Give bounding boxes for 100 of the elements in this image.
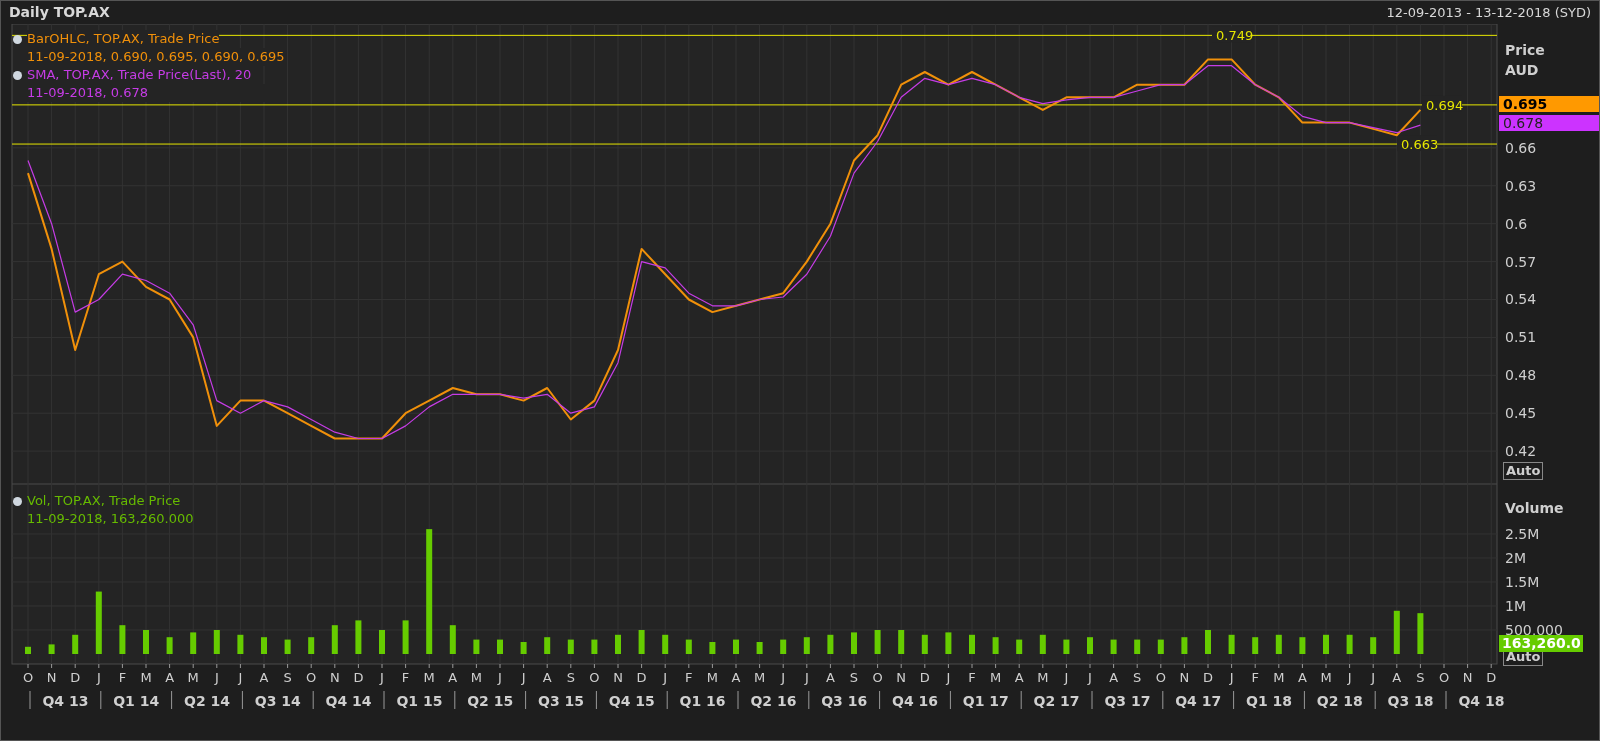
month-label: J bbox=[804, 670, 809, 685]
month-label: N bbox=[46, 670, 57, 685]
volume-bar bbox=[308, 637, 315, 654]
month-label: S bbox=[566, 670, 575, 685]
volume-bar bbox=[1370, 637, 1377, 654]
axis-tick-label: 0.51 bbox=[1505, 329, 1537, 346]
month-label: M bbox=[990, 670, 1002, 685]
volume-bar bbox=[827, 634, 834, 654]
volume-bar bbox=[1157, 639, 1164, 654]
month-label: A bbox=[165, 670, 175, 685]
month-label: J bbox=[380, 670, 384, 685]
volume-bar bbox=[497, 639, 503, 654]
volume-bar bbox=[1252, 637, 1259, 654]
month-label: O bbox=[306, 670, 317, 685]
volume-bar bbox=[143, 630, 149, 654]
month-label: N bbox=[329, 670, 340, 685]
volume-bar bbox=[780, 639, 787, 654]
quarter-label: Q4 17 bbox=[1175, 693, 1222, 709]
quarter-label: Q2 15 bbox=[467, 693, 514, 709]
volume-bar bbox=[1299, 637, 1306, 654]
quarter-label: Q1 14 bbox=[113, 693, 160, 709]
month-label: D bbox=[1486, 670, 1497, 685]
level-label: 0.749 bbox=[1216, 28, 1254, 44]
volume-bar bbox=[1275, 634, 1282, 654]
quarter-label: Q3 18 bbox=[1387, 693, 1434, 709]
month-label: M bbox=[754, 670, 766, 685]
legend-reading: 11-09-2018, 163,260.000 bbox=[27, 510, 194, 528]
month-label: S bbox=[283, 670, 292, 685]
volume-bar bbox=[1016, 639, 1023, 654]
month-label: N bbox=[613, 670, 623, 685]
volume-bar bbox=[638, 630, 645, 654]
clock-icon[interactable] bbox=[13, 496, 22, 506]
axis-unit: AUD bbox=[1505, 61, 1540, 80]
month-label: J bbox=[1229, 670, 1234, 685]
axis-title: Price bbox=[1505, 41, 1545, 60]
volume-bar bbox=[1087, 637, 1093, 654]
volume-bar bbox=[449, 625, 456, 654]
volume-bar bbox=[1181, 637, 1188, 654]
quarter-label: Q4 15 bbox=[608, 693, 655, 709]
volume-bar bbox=[25, 646, 31, 654]
volume-bar bbox=[1346, 634, 1353, 654]
quarter-label: Q2 18 bbox=[1316, 693, 1363, 709]
quarter-label: Q3 16 bbox=[821, 693, 868, 709]
month-label: O bbox=[872, 670, 883, 685]
axis-tick-label: 0.66 bbox=[1505, 139, 1537, 156]
month-label: A bbox=[825, 670, 835, 685]
volume-bar bbox=[969, 634, 975, 654]
volume-bar bbox=[331, 625, 338, 654]
volume-bar bbox=[591, 639, 598, 654]
legend-title: SMA, TOP.AX, Trade Price(Last), 20 bbox=[27, 66, 252, 84]
volume-bar bbox=[48, 644, 55, 654]
month-label: M bbox=[470, 670, 482, 685]
clock-icon[interactable] bbox=[13, 34, 22, 44]
price-badge: 0.678 bbox=[1499, 115, 1599, 131]
clock-icon[interactable] bbox=[13, 70, 22, 80]
month-label: A bbox=[1392, 670, 1402, 685]
month-label: M bbox=[706, 670, 718, 685]
month-label: M bbox=[1320, 670, 1332, 685]
month-label: S bbox=[1133, 670, 1142, 685]
month-label: N bbox=[1462, 670, 1473, 685]
month-label: J bbox=[1088, 670, 1092, 685]
level-label: 0.694 bbox=[1426, 97, 1464, 113]
volume-bar bbox=[1228, 634, 1235, 654]
month-label: O bbox=[1438, 670, 1450, 685]
volume-bar bbox=[284, 639, 291, 654]
volume-bar bbox=[166, 637, 173, 654]
volume-bar bbox=[355, 620, 362, 654]
volume-bar bbox=[567, 639, 574, 654]
month-label: J bbox=[521, 670, 526, 685]
volume-badge: 163,260.0 bbox=[1499, 635, 1583, 652]
axis-tick-label: 2M bbox=[1505, 549, 1526, 566]
volume-bar bbox=[379, 630, 385, 654]
volume-bar bbox=[756, 642, 763, 654]
auto-scale-button[interactable]: Auto bbox=[1503, 462, 1544, 480]
month-label: J bbox=[1371, 670, 1376, 685]
month-label: J bbox=[238, 670, 243, 685]
month-label: D bbox=[353, 670, 364, 685]
axis-tick-label: 2.5M bbox=[1505, 525, 1540, 542]
month-label: J bbox=[781, 670, 786, 685]
level-label: 0.663 bbox=[1401, 137, 1439, 153]
volume-bar bbox=[119, 625, 126, 654]
volume-bar bbox=[733, 639, 739, 654]
volume-bar bbox=[402, 620, 409, 654]
axis-tick-label: 0.54 bbox=[1505, 291, 1537, 308]
month-label: A bbox=[259, 670, 269, 685]
month-label: J bbox=[96, 670, 101, 685]
month-label: J bbox=[946, 670, 951, 685]
axis-tick-label: 1.5M bbox=[1505, 573, 1540, 590]
month-label: F bbox=[401, 670, 410, 685]
price-badge: 0.695 bbox=[1499, 96, 1599, 112]
month-label: O bbox=[1155, 670, 1166, 685]
volume-bar bbox=[1134, 639, 1141, 654]
volume-bar bbox=[1039, 634, 1046, 654]
volume-bar bbox=[95, 591, 102, 654]
volume-bar bbox=[520, 642, 527, 654]
month-label: J bbox=[498, 670, 502, 685]
volume-bar bbox=[261, 637, 267, 654]
quarter-label: Q3 17 bbox=[1104, 693, 1151, 709]
axis-tick-label: 0.48 bbox=[1505, 367, 1537, 384]
quarter-label: Q3 15 bbox=[538, 693, 584, 709]
